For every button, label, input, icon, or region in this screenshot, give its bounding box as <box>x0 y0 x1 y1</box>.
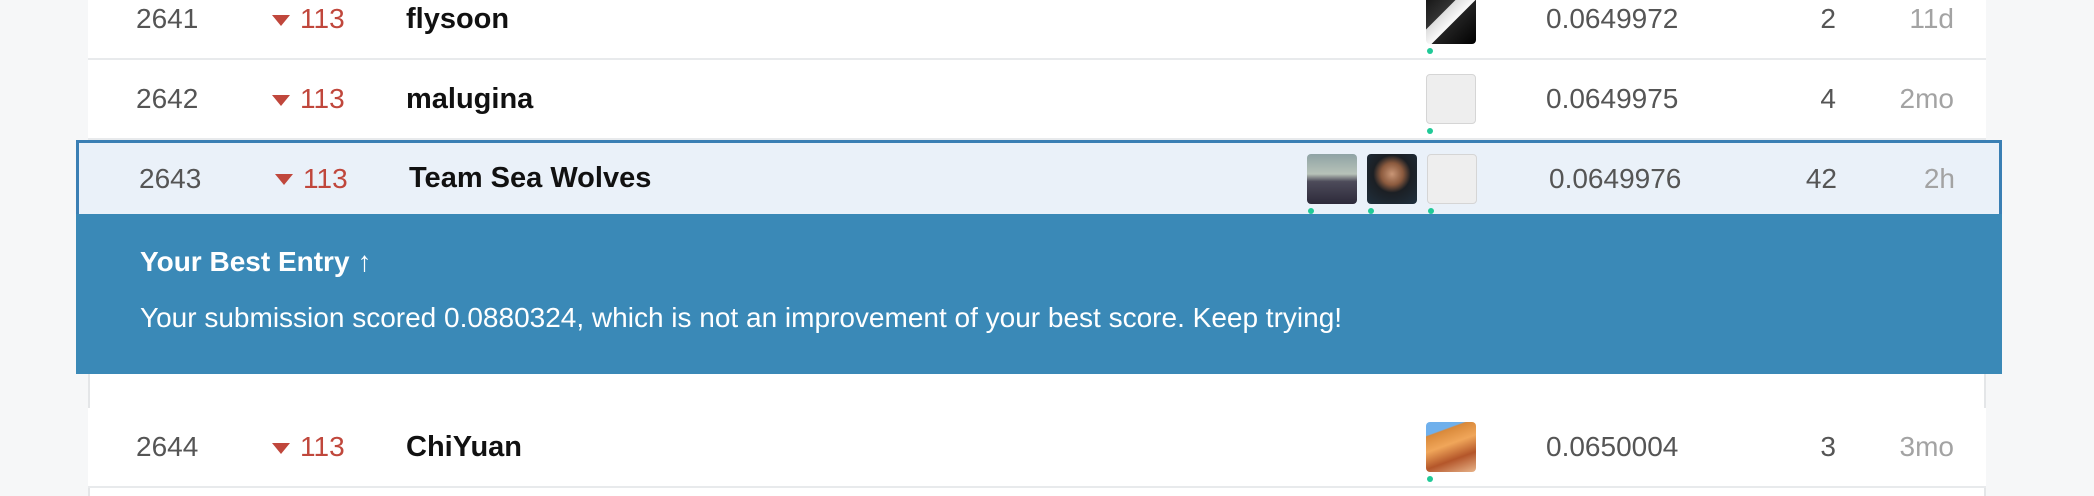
best-entry-banner: Your Best Entry ↑ Your submission scored… <box>76 214 2002 374</box>
best-entry-title-text: Your Best Entry <box>140 246 350 277</box>
rank-cell: 2641 <box>136 3 199 34</box>
leaderboard-row[interactable]: 2644 113 ChiYuan 0.0650004 3 3mo <box>88 408 1986 488</box>
online-status-dot <box>1427 476 1433 482</box>
default-goose-avatar[interactable] <box>1427 153 1477 204</box>
rank-change-cell: 113 <box>275 143 348 214</box>
entries-cell: 42 <box>1805 162 1837 194</box>
online-status-dot <box>1427 128 1433 134</box>
leaderboard-row[interactable]: 2641 113 flysoon 0.0649972 2 11d <box>88 0 1986 60</box>
team-name[interactable]: malugina <box>406 60 533 138</box>
origami-avatar[interactable] <box>1426 0 1476 44</box>
score-cell: 0.0650004 <box>1546 431 1679 462</box>
team-members <box>1307 143 1477 214</box>
team-members <box>1426 408 1476 486</box>
team-members <box>1426 60 1476 138</box>
entries-cell: 3 <box>1820 431 1836 462</box>
online-status-dot <box>1427 48 1433 54</box>
rank-cell: 2642 <box>136 83 199 114</box>
leaderboard-page: 2641 113 flysoon 0.0649972 2 11d 2642 11… <box>0 0 2094 496</box>
score-cell: 0.0649975 <box>1546 83 1679 114</box>
leaderboard-row[interactable]: 2642 113 malugina 0.0649975 4 2mo <box>88 60 1986 140</box>
online-status-dot <box>1428 207 1434 214</box>
online-status-dot <box>1368 207 1374 214</box>
rank-change-cell: 113 <box>272 60 345 138</box>
member-photo-avatar[interactable] <box>1367 153 1417 204</box>
rank-change-value: 113 <box>300 431 345 462</box>
rank-cell: 2643 <box>139 162 202 194</box>
default-goose-avatar[interactable] <box>1426 74 1476 124</box>
arrow-up-icon: ↑ <box>357 246 372 277</box>
last-submission-cell: 2mo <box>1899 83 1954 114</box>
member-photo-avatar[interactable] <box>1307 153 1357 204</box>
team-name[interactable]: flysoon <box>406 0 509 58</box>
down-triangle-icon <box>275 174 293 185</box>
last-submission-cell: 2h <box>1923 162 1955 194</box>
last-submission-cell: 11d <box>1909 3 1954 34</box>
rank-change-cell: 113 <box>272 408 345 486</box>
last-submission-cell: 3mo <box>1899 431 1954 462</box>
score-cell: 0.0649976 <box>1549 162 1682 194</box>
online-status-dot <box>1308 207 1314 214</box>
down-triangle-icon <box>272 94 290 106</box>
my-team-row[interactable]: 2643 113 Team Sea Wolves 0.0649976 42 2h <box>76 140 2002 214</box>
rank-cell: 2644 <box>136 431 199 462</box>
best-entry-message: Your submission scored 0.0880324, which … <box>140 302 1343 333</box>
entries-cell: 4 <box>1820 83 1836 114</box>
rank-change-value: 113 <box>303 162 348 194</box>
canyon-photo-avatar[interactable] <box>1426 422 1476 472</box>
down-triangle-icon <box>272 442 290 454</box>
rank-change-value: 113 <box>300 3 345 34</box>
entries-cell: 2 <box>1820 3 1836 34</box>
score-cell: 0.0649972 <box>1546 3 1679 34</box>
team-name[interactable]: ChiYuan <box>406 408 522 486</box>
rank-change-value: 113 <box>300 83 345 114</box>
team-name[interactable]: Team Sea Wolves <box>409 143 651 214</box>
rank-change-cell: 113 <box>272 0 345 58</box>
team-members <box>1426 0 1476 58</box>
down-triangle-icon <box>272 14 290 26</box>
best-entry-title: Your Best Entry ↑ <box>140 246 2002 278</box>
